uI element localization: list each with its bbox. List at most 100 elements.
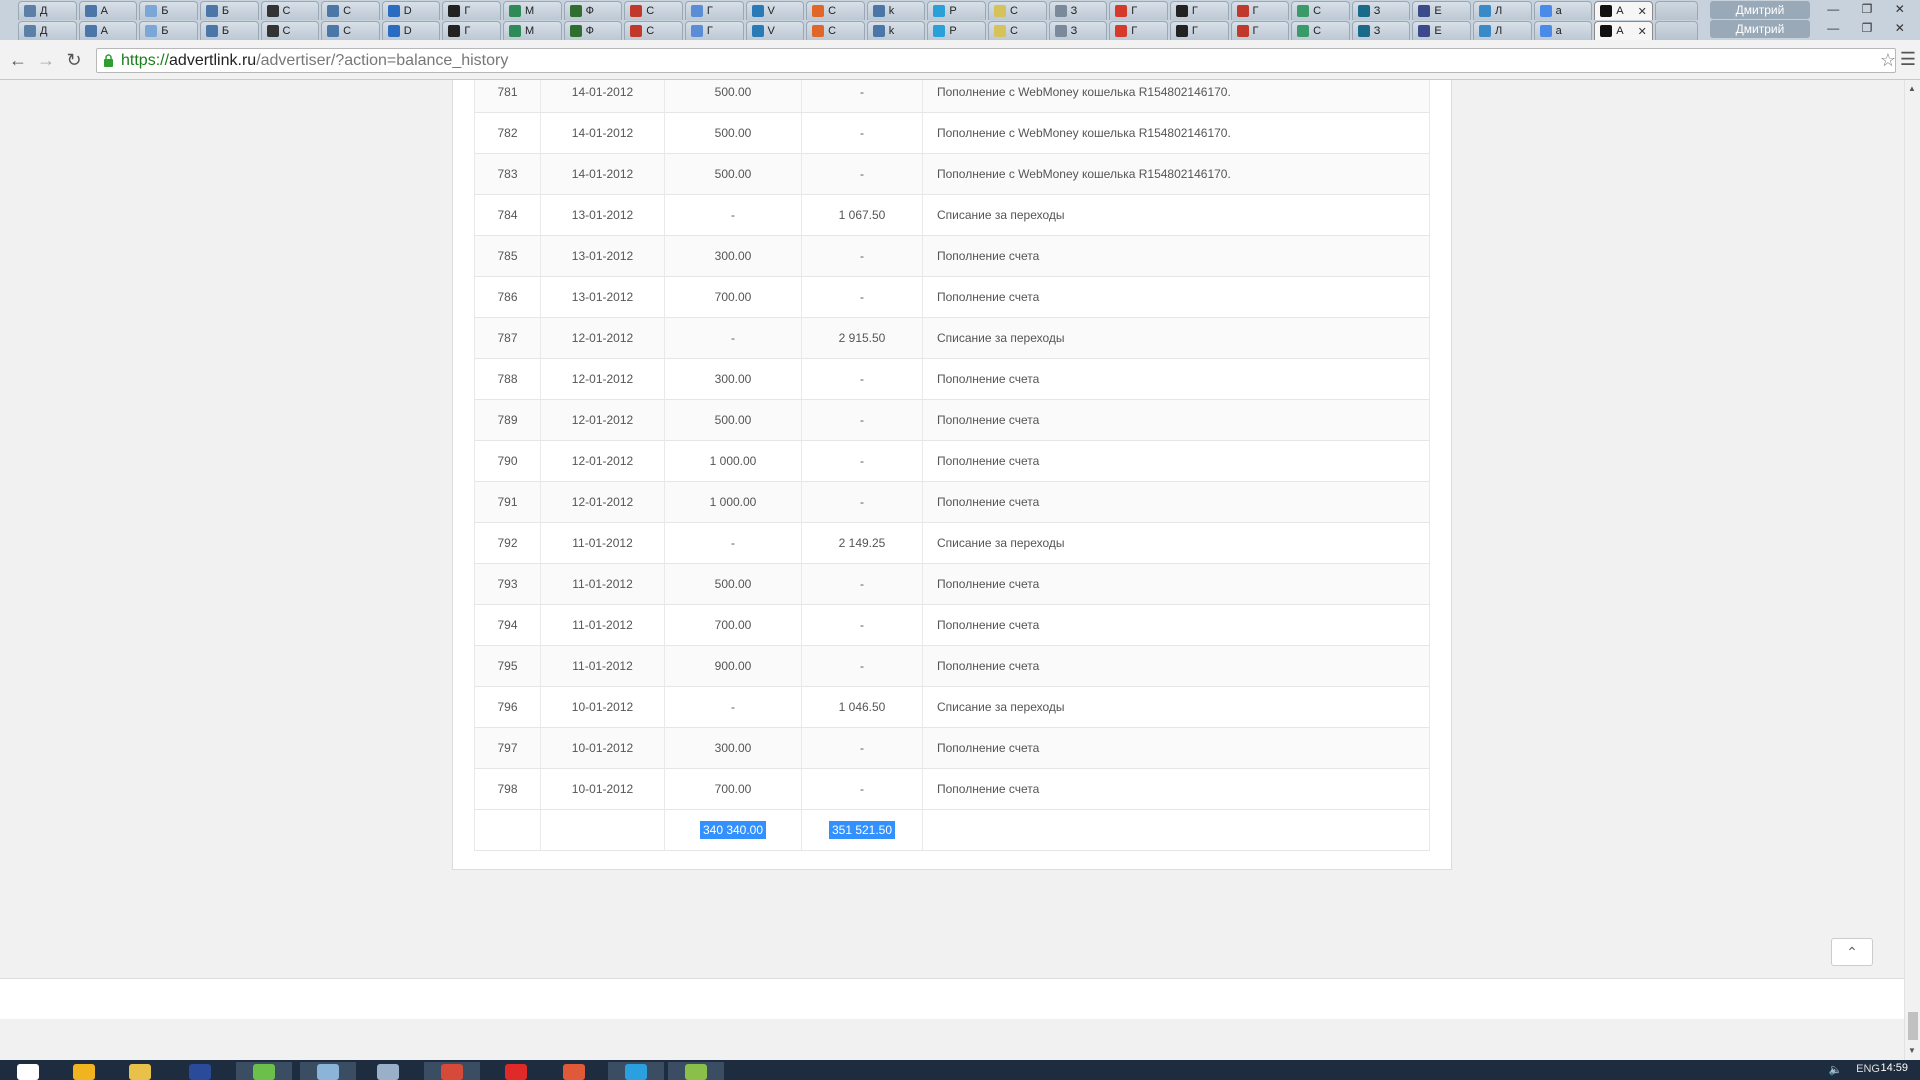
browser-tab[interactable]: С <box>1291 1 1350 20</box>
browser-tab[interactable]: Г <box>1109 1 1168 20</box>
back-icon[interactable]: ← <box>8 50 28 70</box>
scroll-down-arrow-icon[interactable]: ▼ <box>1908 1046 1916 1055</box>
taskbar-app-window-icon[interactable] <box>360 1062 416 1080</box>
new-tab-button[interactable] <box>1654 1 1698 20</box>
tab-favicon-icon <box>1539 5 1552 17</box>
taskbar-grid-icon[interactable] <box>546 1062 602 1080</box>
row-debit: - <box>801 727 923 769</box>
browser-tab[interactable]: З <box>1351 21 1411 40</box>
row-credit: - <box>664 522 802 564</box>
tab-favicon-icon <box>387 5 400 17</box>
browser-tab[interactable]: Б <box>199 21 259 40</box>
address-bar[interactable]: https://advertlink.ru/advertiser/?action… <box>96 48 1896 73</box>
browser-tab[interactable]: А ✕ <box>1594 1 1653 20</box>
restore-icon[interactable]: ❐ <box>1862 2 1873 16</box>
browser-tab[interactable]: Г <box>1169 21 1229 40</box>
language-indicator[interactable]: ENG <box>1856 1063 1880 1076</box>
browser-tab[interactable]: V <box>745 21 805 40</box>
browser-tab[interactable]: Р <box>927 1 986 20</box>
browser-tab[interactable]: Г <box>684 21 744 40</box>
browser-tab[interactable]: Ф <box>563 1 623 20</box>
browser-tab[interactable]: А <box>78 1 138 20</box>
taskbar-chrome-icon[interactable] <box>424 1062 480 1080</box>
minimize-icon[interactable]: — <box>1827 21 1839 35</box>
browser-tab[interactable]: Л <box>1473 1 1532 20</box>
browser-tab[interactable]: Б <box>199 1 259 20</box>
reload-icon[interactable]: ↻ <box>64 50 84 70</box>
browser-tab[interactable]: E <box>1412 1 1471 20</box>
browser-tab[interactable]: С <box>260 1 320 20</box>
taskbar-paint-icon[interactable] <box>668 1062 724 1080</box>
browser-tab[interactable]: Г <box>1230 1 1290 20</box>
new-tab-button[interactable] <box>1654 21 1698 40</box>
tab-close-icon[interactable]: ✕ <box>1638 5 1647 18</box>
clock[interactable]: 14:59 <box>1880 1062 1908 1074</box>
browser-tab[interactable]: Л <box>1473 21 1532 40</box>
browser-tab[interactable]: С <box>1291 21 1350 40</box>
browser-tab[interactable]: А ✕ <box>1594 21 1653 40</box>
browser-tab[interactable]: З <box>1048 1 1108 20</box>
close-icon[interactable]: ✕ <box>1895 2 1905 16</box>
taskbar-ie-icon[interactable] <box>56 1062 112 1080</box>
browser-tab[interactable]: С <box>988 1 1047 20</box>
browser-tab[interactable]: Г <box>1109 21 1168 40</box>
browser-tab[interactable]: E <box>1412 21 1471 40</box>
browser-tab[interactable]: а <box>1533 1 1593 20</box>
browser-tab[interactable]: Г <box>442 21 501 40</box>
scroll-to-top-button[interactable]: ⌃ <box>1831 938 1873 966</box>
browser-tab[interactable]: З <box>1048 21 1108 40</box>
browser-tab[interactable]: D <box>381 1 441 20</box>
browser-tab[interactable]: Г <box>442 1 501 20</box>
volume-icon[interactable]: 🔈 <box>1828 1063 1842 1076</box>
browser-tab[interactable]: Ф <box>563 21 623 40</box>
browser-tab[interactable]: С <box>806 1 865 20</box>
browser-tab[interactable]: Б <box>139 21 198 40</box>
browser-tab[interactable]: З <box>1351 1 1411 20</box>
bookmark-star-icon[interactable]: ☆ <box>1880 50 1896 71</box>
tab-favicon-icon <box>266 25 279 37</box>
row-date: 10-01-2012 <box>540 686 665 728</box>
minimize-icon[interactable]: — <box>1827 2 1839 16</box>
browser-tab[interactable]: Г <box>684 1 744 20</box>
taskbar-app-blue-icon[interactable] <box>300 1062 356 1080</box>
restore-icon[interactable]: ❐ <box>1862 21 1873 35</box>
browser-tab[interactable]: Р <box>927 21 986 40</box>
tab-favicon-icon <box>751 25 764 37</box>
taskbar-explorer-icon[interactable] <box>112 1062 168 1080</box>
browser-tab[interactable]: Г <box>1230 21 1290 40</box>
browser-tab[interactable]: А <box>78 21 138 40</box>
row-description: Пополнение с WebMoney кошелька R15480214… <box>922 153 1430 195</box>
browser-tab[interactable]: Г <box>1169 1 1229 20</box>
forward-icon[interactable]: → <box>36 50 56 70</box>
browser-tab[interactable]: С <box>624 21 683 40</box>
profile-button-secondary[interactable]: Дмитрий <box>1710 20 1810 38</box>
browser-tab[interactable]: а <box>1533 21 1593 40</box>
browser-tab[interactable]: С <box>321 21 380 40</box>
taskbar-app-green-icon[interactable] <box>236 1062 292 1080</box>
browser-tab[interactable]: Д <box>18 1 77 20</box>
browser-tab[interactable]: С <box>988 21 1047 40</box>
browser-tab[interactable]: С <box>321 1 380 20</box>
browser-tab[interactable]: Б <box>139 1 198 20</box>
tab-close-icon[interactable]: ✕ <box>1638 25 1647 38</box>
profile-button[interactable]: Дмитрий <box>1710 1 1810 19</box>
browser-tab[interactable]: D <box>381 21 441 40</box>
taskbar-save-icon[interactable] <box>172 1062 228 1080</box>
taskbar-start-icon[interactable] <box>0 1062 56 1080</box>
browser-tab[interactable]: Д <box>18 21 77 40</box>
vertical-scrollbar[interactable]: ▲ ▼ <box>1904 80 1920 1060</box>
browser-tab[interactable]: V <box>745 1 805 20</box>
browser-tab[interactable]: С <box>624 1 683 20</box>
scrollbar-thumb[interactable] <box>1908 1012 1918 1040</box>
browser-tab[interactable]: k <box>866 21 926 40</box>
browser-tab[interactable]: С <box>806 21 865 40</box>
close-icon[interactable]: ✕ <box>1895 21 1905 35</box>
scroll-up-arrow-icon[interactable]: ▲ <box>1908 84 1916 93</box>
browser-tab[interactable]: М <box>503 21 562 40</box>
taskbar-telegram-icon[interactable] <box>608 1062 664 1080</box>
browser-tab[interactable]: С <box>260 21 320 40</box>
browser-tab[interactable]: k <box>866 1 926 20</box>
browser-tab[interactable]: М <box>503 1 562 20</box>
taskbar-yandex-icon[interactable] <box>488 1062 544 1080</box>
menu-icon[interactable]: ☰ <box>1900 49 1916 70</box>
